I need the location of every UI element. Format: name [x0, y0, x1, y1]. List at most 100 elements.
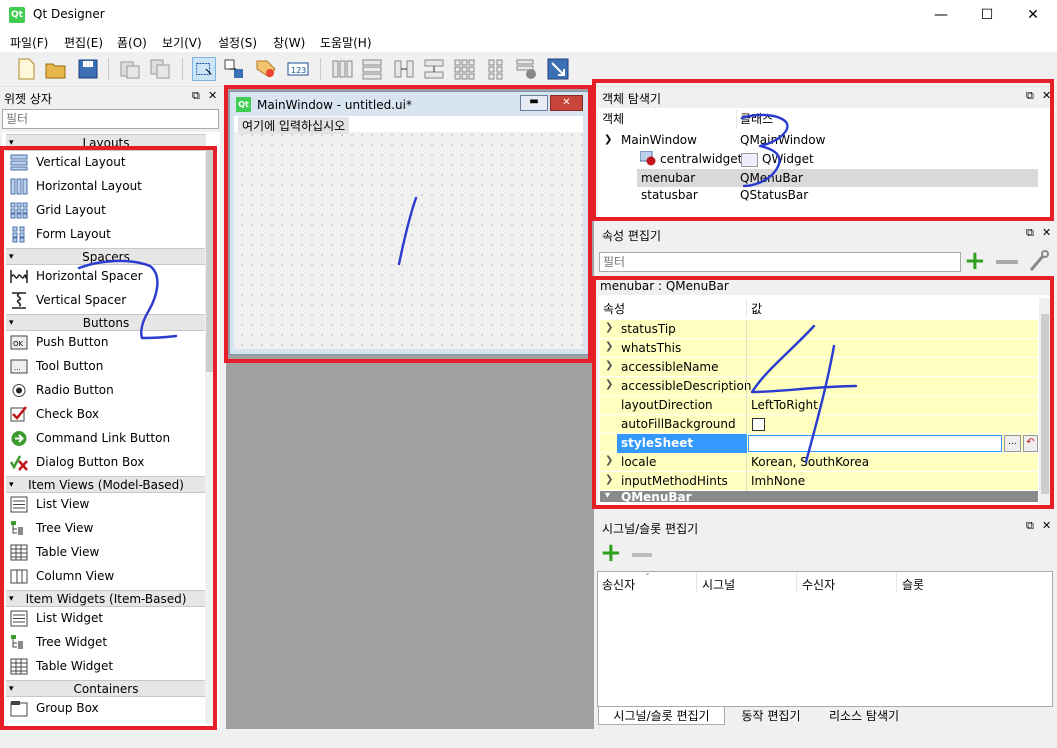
- tree-row-class: QStatusBar: [740, 188, 809, 202]
- layout-vertical-icon[interactable]: [360, 57, 384, 81]
- edit-tab-order-icon[interactable]: 123: [286, 57, 310, 81]
- widget-box-scrollbar[interactable]: [205, 146, 214, 724]
- category-containers[interactable]: ▾ Containers: [6, 680, 206, 697]
- category-buttons[interactable]: ▾ Buttons: [6, 314, 206, 331]
- svg-text:...: ...: [14, 364, 21, 372]
- tree-row-object[interactable]: centralwidget: [660, 150, 742, 168]
- layout-v-splitter-icon[interactable]: [422, 57, 446, 81]
- menu-edit[interactable]: 편집(E): [64, 34, 103, 51]
- form-window[interactable]: Qt MainWindow - untitled.ui* ▬ ✕ 여기에 입력하…: [229, 91, 589, 355]
- open-folder-icon[interactable]: [44, 57, 68, 81]
- col-header-value[interactable]: 값: [751, 300, 762, 318]
- tree-row-object[interactable]: MainWindow: [621, 131, 697, 149]
- save-icon[interactable]: [76, 57, 100, 81]
- layout-h-splitter-icon[interactable]: [392, 57, 416, 81]
- menu-form[interactable]: 폼(O): [117, 34, 147, 51]
- close-icon[interactable]: ✕: [208, 89, 217, 102]
- add-connection-plus-icon[interactable]: +: [600, 540, 622, 566]
- widget-error-icon: [640, 151, 656, 166]
- selected-row-highlight: [637, 169, 1038, 187]
- menu-window[interactable]: 창(W): [273, 34, 305, 51]
- category-item-views[interactable]: ▾ Item Views (Model-Based): [6, 476, 206, 493]
- form-menubar[interactable]: 여기에 입력하십시오: [234, 116, 583, 134]
- layout-form-icon[interactable]: [484, 57, 508, 81]
- float-icon[interactable]: ⧉: [1026, 89, 1034, 103]
- edit-signals-icon[interactable]: [222, 57, 246, 81]
- col-header-sender[interactable]: 송신자: [602, 576, 635, 593]
- grid-layout-icon: [10, 202, 28, 219]
- tab-resource-browser[interactable]: 리소스 탐색기: [818, 707, 910, 725]
- float-icon[interactable]: ⧉: [192, 89, 200, 103]
- signal-slot-header: 시그널/슬롯 편집기 ⧉ ✕: [598, 517, 1056, 537]
- form-minimize-button[interactable]: ▬: [520, 95, 548, 111]
- property-row[interactable]: ❯ whatsThis: [600, 339, 1038, 358]
- reset-property-icon[interactable]: ↶: [1023, 435, 1038, 452]
- edit-stylesheet-button[interactable]: ...: [1004, 435, 1021, 452]
- layout-horizontal-icon[interactable]: [330, 57, 354, 81]
- col-header-slot[interactable]: 슬롯: [902, 576, 924, 593]
- tab-signal-slot-editor[interactable]: 시그널/슬롯 편집기: [598, 707, 725, 725]
- category-spacers[interactable]: ▾ Spacers: [6, 248, 206, 265]
- close-button[interactable]: ✕: [1010, 0, 1056, 30]
- category-item-widgets[interactable]: ▾ Item Widgets (Item-Based): [6, 590, 206, 607]
- maximize-button[interactable]: ☐: [964, 0, 1010, 30]
- col-header-property[interactable]: 속성: [603, 300, 625, 318]
- property-row[interactable]: autoFillBackground: [600, 415, 1038, 434]
- col-header-class[interactable]: 클래스: [740, 110, 773, 128]
- float-icon[interactable]: ⧉: [1026, 519, 1034, 533]
- property-row-selected[interactable]: styleSheet ... ↶: [600, 434, 1038, 453]
- list-widget-icon: [10, 610, 28, 627]
- form-close-button[interactable]: ✕: [550, 95, 583, 111]
- widget-box-title: 위젯 상자: [4, 92, 52, 106]
- copy-icon[interactable]: [148, 57, 172, 81]
- col-header-object[interactable]: 객체: [602, 110, 624, 128]
- table-view-icon: [10, 544, 28, 561]
- menu-type-here-placeholder[interactable]: 여기에 입력하십시오: [238, 117, 350, 134]
- sort-indicator-icon: ⌄: [644, 568, 651, 577]
- layout-grid-icon[interactable]: [452, 57, 476, 81]
- stylesheet-value-field[interactable]: [748, 435, 1002, 452]
- group-box-icon: [10, 701, 28, 717]
- property-row[interactable]: layoutDirection LeftToRight: [600, 396, 1038, 415]
- menu-view[interactable]: 보기(V): [162, 34, 202, 51]
- property-row[interactable]: ❯ locale Korean, SouthKorea: [600, 453, 1038, 472]
- break-layout-icon[interactable]: [514, 57, 538, 81]
- form-canvas[interactable]: 여기에 입력하십시오: [234, 116, 583, 349]
- tree-row-object[interactable]: menubar: [641, 169, 695, 187]
- expand-icon[interactable]: ❯: [604, 131, 612, 149]
- edit-buddies-icon[interactable]: [254, 57, 278, 81]
- svg-text:123: 123: [291, 66, 306, 75]
- adjust-size-icon[interactable]: [546, 57, 570, 81]
- menu-file[interactable]: 파일(F): [10, 34, 48, 51]
- configure-wrench-icon[interactable]: [1027, 250, 1051, 272]
- property-row[interactable]: ❯ inputMethodHints ImhNone: [600, 472, 1038, 491]
- col-header-receiver[interactable]: 수신자: [802, 576, 835, 593]
- add-property-plus-icon[interactable]: +: [964, 248, 988, 274]
- new-file-icon[interactable]: [14, 57, 38, 81]
- property-row[interactable]: ❯ accessibleDescription: [600, 377, 1038, 396]
- tree-row-object[interactable]: statusbar: [641, 186, 698, 204]
- close-icon[interactable]: ✕: [1042, 226, 1051, 239]
- auto-fill-checkbox[interactable]: [752, 418, 765, 431]
- property-row[interactable]: ❯ statusTip: [600, 320, 1038, 339]
- property-group-header[interactable]: ▾ QMenuBar: [600, 491, 1038, 503]
- menu-help[interactable]: 도움말(H): [320, 34, 372, 51]
- property-row[interactable]: ❯ accessibleName: [600, 358, 1038, 377]
- edit-widgets-icon[interactable]: [192, 57, 216, 81]
- col-header-signal[interactable]: 시그널: [702, 576, 735, 593]
- cut-icon[interactable]: [118, 57, 142, 81]
- property-context-label: menubar : QMenuBar: [600, 279, 729, 293]
- menu-settings[interactable]: 설정(S): [218, 34, 257, 51]
- close-icon[interactable]: ✕: [1042, 89, 1051, 102]
- tab-action-editor[interactable]: 동작 편집기: [727, 707, 815, 725]
- remove-connection-minus-icon[interactable]: [632, 553, 652, 557]
- close-icon[interactable]: ✕: [1042, 519, 1051, 532]
- remove-property-minus-icon[interactable]: [996, 260, 1018, 264]
- widget-box-filter-input[interactable]: [2, 109, 219, 129]
- property-filter-input[interactable]: [599, 252, 961, 272]
- minimize-button[interactable]: —: [918, 0, 964, 30]
- float-icon[interactable]: ⧉: [1026, 226, 1034, 240]
- category-layouts[interactable]: ▾ Layouts: [6, 134, 206, 151]
- horizontal-layout-icon: [10, 178, 28, 195]
- property-scrollbar[interactable]: [1039, 298, 1051, 505]
